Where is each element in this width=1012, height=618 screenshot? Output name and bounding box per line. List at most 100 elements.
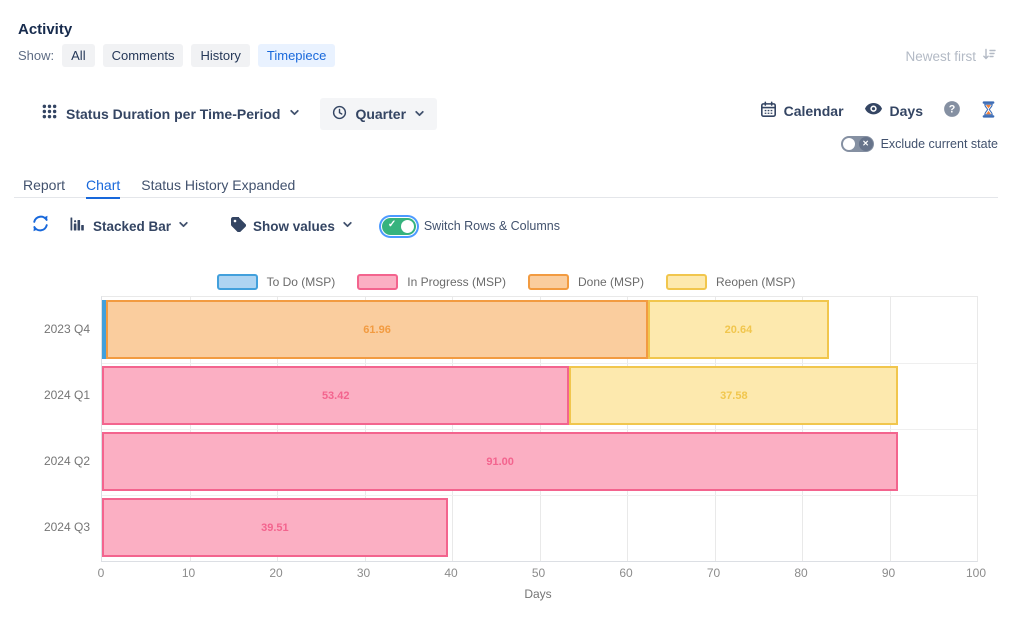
filter-comments[interactable]: Comments bbox=[103, 44, 184, 67]
tab-status-history-expanded[interactable]: Status History Expanded bbox=[141, 177, 295, 199]
svg-text:?: ? bbox=[949, 104, 956, 116]
chevron-down-icon bbox=[342, 217, 353, 235]
bar-value-label: 20.64 bbox=[650, 302, 827, 357]
values-mode-label: Show values bbox=[253, 219, 335, 234]
report-type-dropdown[interactable]: Status Duration per Time-Period bbox=[42, 104, 300, 124]
chart-type-label: Stacked Bar bbox=[93, 219, 171, 234]
eye-icon bbox=[864, 102, 883, 119]
calendar-button[interactable]: Calendar bbox=[760, 101, 844, 121]
bar-value-label: 39.51 bbox=[104, 500, 446, 555]
category-label: 2024 Q2 bbox=[15, 454, 90, 468]
plot-area: 61.9620.64 53.4237.58 91.00 39.51 bbox=[101, 296, 978, 562]
exclude-current-state-toggle[interactable]: ✕ bbox=[841, 136, 874, 152]
legend-swatch bbox=[666, 274, 707, 290]
switch-rows-columns-toggle[interactable]: ✓ bbox=[382, 218, 416, 235]
bar-segment-in-progress-msp: 53.42 bbox=[102, 366, 569, 425]
display-unit-button[interactable]: Days bbox=[864, 102, 923, 119]
category-label: 2024 Q3 bbox=[15, 520, 90, 534]
filter-timepiece[interactable]: Timepiece bbox=[258, 44, 335, 67]
legend-swatch bbox=[357, 274, 398, 290]
x-tick-label: 100 bbox=[966, 566, 986, 580]
x-tick-label: 80 bbox=[794, 566, 807, 580]
x-tick-label: 30 bbox=[357, 566, 370, 580]
chevron-down-icon bbox=[289, 105, 300, 123]
exclude-current-state-label: Exclude current state bbox=[881, 137, 998, 151]
display-unit-label: Days bbox=[890, 103, 923, 119]
legend-label: In Progress (MSP) bbox=[407, 275, 506, 289]
refresh-button[interactable] bbox=[31, 214, 50, 238]
bar-segment-in-progress-msp: 39.51 bbox=[102, 498, 448, 557]
bar-row-2023-q4: 61.9620.64 bbox=[102, 297, 977, 363]
report-type-label: Status Duration per Time-Period bbox=[66, 106, 280, 122]
x-tick-label: 90 bbox=[882, 566, 895, 580]
legend-item-in-progress-msp[interactable]: In Progress (MSP) bbox=[357, 274, 506, 290]
help-button[interactable]: ? bbox=[943, 100, 961, 121]
stacked-bar: 53.4237.58 bbox=[102, 366, 898, 425]
filter-buttons: All Comments History Timepiece bbox=[62, 44, 335, 67]
x-tick-label: 60 bbox=[619, 566, 632, 580]
legend-item-to-do-msp[interactable]: To Do (MSP) bbox=[217, 274, 336, 290]
toggle-knob bbox=[401, 220, 414, 233]
x-tick-label: 70 bbox=[707, 566, 720, 580]
chart-controls: Stacked Bar Show values ✓ Switch Rows bbox=[31, 213, 560, 239]
filter-all[interactable]: All bbox=[62, 44, 94, 67]
filter-history[interactable]: History bbox=[191, 44, 249, 67]
stacked-bar: 39.51 bbox=[102, 498, 448, 557]
switch-rows-columns-group: ✓ Switch Rows & Columns bbox=[382, 218, 560, 235]
hourglass-icon bbox=[981, 101, 996, 121]
bar-value-label: 91.00 bbox=[104, 434, 896, 489]
bar-chart-icon bbox=[69, 216, 86, 237]
bar-value-label: 37.58 bbox=[571, 368, 896, 423]
grid-icon bbox=[42, 104, 57, 124]
calendar-icon bbox=[760, 101, 777, 121]
report-toolbar: Status Duration per Time-Period Quarter bbox=[42, 98, 437, 130]
x-tick-label: 0 bbox=[98, 566, 105, 580]
tabs: Report Chart Status History Expanded bbox=[23, 177, 295, 199]
stacked-bar: 91.00 bbox=[102, 432, 898, 491]
period-label: Quarter bbox=[355, 106, 406, 122]
values-mode-dropdown[interactable]: Show values bbox=[230, 216, 353, 237]
category-label: 2024 Q1 bbox=[15, 388, 90, 402]
page-title: Activity bbox=[18, 21, 72, 38]
x-axis-title: Days bbox=[524, 587, 551, 601]
toggle-x-icon: ✕ bbox=[859, 137, 873, 151]
question-icon: ? bbox=[943, 100, 961, 121]
view-options: Calendar Days ? bbox=[760, 100, 996, 121]
chevron-down-icon bbox=[178, 217, 189, 235]
toggle-knob bbox=[843, 138, 855, 150]
bar-row-2024-q1: 53.4237.58 bbox=[102, 363, 977, 429]
legend-item-done-msp[interactable]: Done (MSP) bbox=[528, 274, 644, 290]
bar-segment-done-msp: 61.96 bbox=[106, 300, 648, 359]
show-label: Show: bbox=[18, 48, 54, 63]
legend-item-reopen-msp[interactable]: Reopen (MSP) bbox=[666, 274, 795, 290]
tab-chart[interactable]: Chart bbox=[86, 177, 120, 199]
tab-report[interactable]: Report bbox=[23, 177, 65, 199]
legend-swatch bbox=[528, 274, 569, 290]
toggle-check-icon: ✓ bbox=[388, 219, 396, 230]
switch-rows-columns-label: Switch Rows & Columns bbox=[424, 219, 560, 233]
exclude-current-state-row: ✕ Exclude current state bbox=[841, 136, 998, 152]
legend-label: Done (MSP) bbox=[578, 275, 644, 289]
bar-row-2024-q2: 91.00 bbox=[102, 429, 977, 495]
period-dropdown[interactable]: Quarter bbox=[320, 98, 437, 130]
legend-swatch bbox=[217, 274, 258, 290]
x-tick-label: 50 bbox=[532, 566, 545, 580]
bar-row-2024-q3: 39.51 bbox=[102, 495, 977, 561]
chart-type-dropdown[interactable]: Stacked Bar bbox=[69, 216, 189, 237]
chevron-down-icon bbox=[414, 106, 425, 122]
category-label: 2023 Q4 bbox=[15, 322, 90, 336]
x-tick-label: 10 bbox=[182, 566, 195, 580]
bar-segment-reopen-msp: 37.58 bbox=[569, 366, 898, 425]
legend-label: To Do (MSP) bbox=[267, 275, 336, 289]
bar-segment-in-progress-msp: 91.00 bbox=[102, 432, 898, 491]
stacked-bar: 61.9620.64 bbox=[102, 300, 829, 359]
activity-panel: Activity Show: All Comments History Timepie… bbox=[0, 0, 1012, 618]
show-filter-row: Show: All Comments History Timepiece bbox=[18, 44, 335, 67]
tag-icon bbox=[230, 216, 246, 237]
bar-value-label: 61.96 bbox=[108, 302, 646, 357]
sort-order-button[interactable]: Newest first bbox=[905, 48, 996, 64]
x-tick-label: 20 bbox=[269, 566, 282, 580]
calendar-label: Calendar bbox=[784, 103, 844, 119]
bar-value-label: 53.42 bbox=[104, 368, 567, 423]
x-tick-label: 40 bbox=[444, 566, 457, 580]
